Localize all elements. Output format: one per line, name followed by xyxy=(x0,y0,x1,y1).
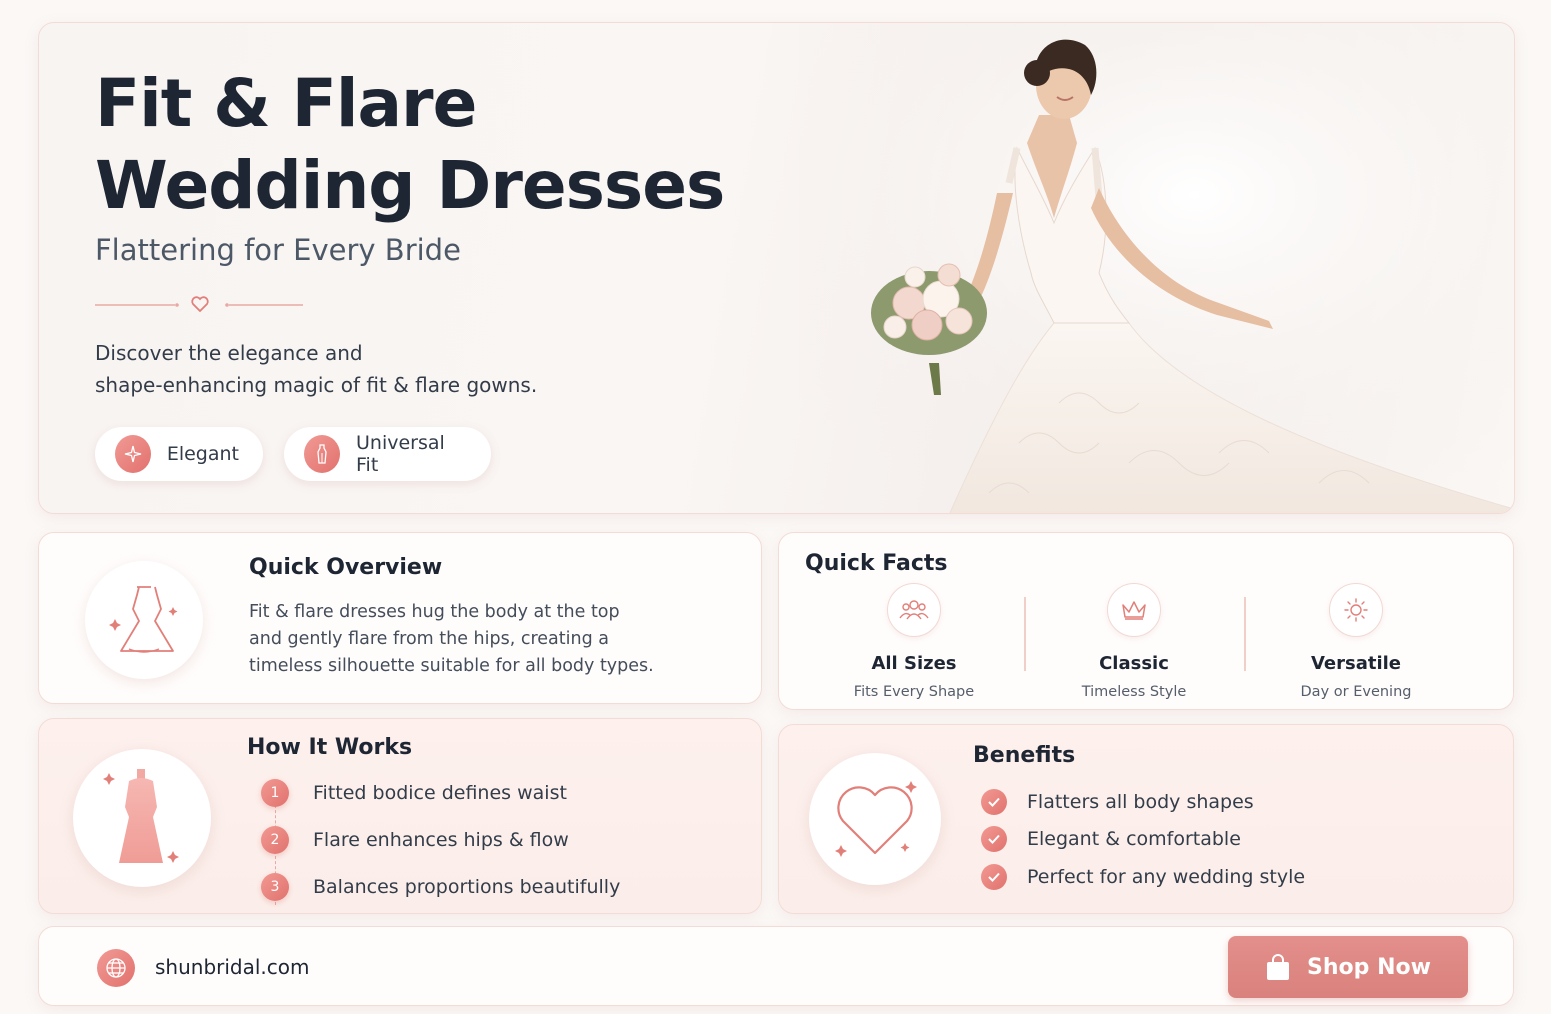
overview-card: Quick Overview Fit & flare dresses hug t… xyxy=(38,532,762,704)
fact-classic: Classic Timeless Style xyxy=(1024,583,1244,700)
sparkle-icon xyxy=(115,435,151,473)
shop-now-button[interactable]: Shop Now xyxy=(1228,936,1468,998)
benefit-text: Elegant & comfortable xyxy=(1027,828,1241,850)
step-number: 1 xyxy=(261,779,289,807)
dress-form-icon xyxy=(304,435,341,473)
benefit-item: Elegant & comfortable xyxy=(981,826,1241,852)
step-text: Flare enhances hips & flow xyxy=(313,829,569,851)
benefit-text: Flatters all body shapes xyxy=(1027,791,1254,813)
hero-description-line2: shape-enhancing magic of fit & flare gow… xyxy=(95,373,538,397)
fact-title: All Sizes xyxy=(871,653,957,674)
fact-versatile: Versatile Day or Evening xyxy=(1246,583,1466,700)
benefit-item: Flatters all body shapes xyxy=(981,789,1254,815)
globe-icon xyxy=(97,949,135,987)
sun-moon-icon xyxy=(1329,583,1383,637)
overview-line: timeless silhouette suitable for all bod… xyxy=(249,656,654,676)
fact-all-sizes: All Sizes Fits Every Shape xyxy=(804,583,1024,700)
fact-title: Classic xyxy=(1099,653,1169,674)
overview-text: Fit & flare dresses hug the body at the … xyxy=(249,599,719,680)
hero-description-line1: Discover the elegance and xyxy=(95,341,363,365)
shop-now-label: Shop Now xyxy=(1307,954,1431,980)
fact-subtitle: Timeless Style xyxy=(1081,684,1187,700)
fact-subtitle: Day or Evening xyxy=(1300,684,1412,700)
fact-title: Versatile xyxy=(1310,653,1402,674)
fact-subtitle: Fits Every Shape xyxy=(853,684,975,700)
overview-line: and gently flare from the hips, creating… xyxy=(249,629,609,649)
how-it-works-title: How It Works xyxy=(247,735,413,760)
benefit-item: Perfect for any wedding style xyxy=(981,864,1305,890)
heart-icon xyxy=(809,753,941,885)
shopping-bag-icon xyxy=(1267,954,1290,980)
how-it-works-card: How It Works 1 Fitted bodice defines wai… xyxy=(38,718,762,914)
overview-title: Quick Overview xyxy=(249,555,443,580)
benefit-text: Perfect for any wedding style xyxy=(1027,866,1306,888)
dress-form-icon xyxy=(73,749,211,887)
chip-elegant[interactable]: Elegant xyxy=(95,427,263,481)
hero-description: Discover the elegance and shape-enhancin… xyxy=(95,337,615,401)
benefits-card: Benefits Flatters all body shapes Elegan… xyxy=(778,724,1514,914)
website-link[interactable]: shunbridal.com xyxy=(155,955,310,979)
bride-photo xyxy=(799,23,1514,513)
hero-title: Fit & Flare Wedding Dresses xyxy=(95,63,795,227)
chip-elegant-label: Elegant xyxy=(166,443,239,465)
check-icon xyxy=(981,826,1007,852)
check-icon xyxy=(981,864,1007,890)
step-item: 1 Fitted bodice defines waist xyxy=(261,779,567,807)
chip-universal-fit-label: Universal Fit xyxy=(356,432,445,476)
check-icon xyxy=(981,789,1007,815)
step-number: 3 xyxy=(261,873,289,901)
quick-facts-card: Quick Facts All Sizes Fits Every Shape C… xyxy=(778,532,1514,710)
hero-title-line2: Wedding Dresses xyxy=(95,147,725,224)
quick-facts-title: Quick Facts xyxy=(805,551,948,576)
step-item: 2 Flare enhances hips & flow xyxy=(261,826,569,854)
step-number: 2 xyxy=(261,826,289,854)
people-icon xyxy=(887,583,941,637)
overview-line: Fit & flare dresses hug the body at the … xyxy=(249,602,620,622)
step-text: Balances proportions beautifully xyxy=(313,876,621,898)
hero-subtitle: Flattering for Every Bride xyxy=(95,233,461,267)
dress-icon xyxy=(85,561,203,679)
crown-icon xyxy=(1107,583,1161,637)
hero-title-line1: Fit & Flare xyxy=(95,65,477,142)
benefits-title: Benefits xyxy=(973,743,1076,768)
hero-banner: Fit & Flare Wedding Dresses Flattering f… xyxy=(38,22,1515,514)
footer-bar: shunbridal.com Shop Now xyxy=(38,926,1514,1006)
step-text: Fitted bodice defines waist xyxy=(313,782,567,804)
step-item: 3 Balances proportions beautifully xyxy=(261,873,620,901)
chip-universal-fit[interactable]: Universal Fit xyxy=(284,427,491,481)
heart-divider-icon xyxy=(95,296,303,313)
